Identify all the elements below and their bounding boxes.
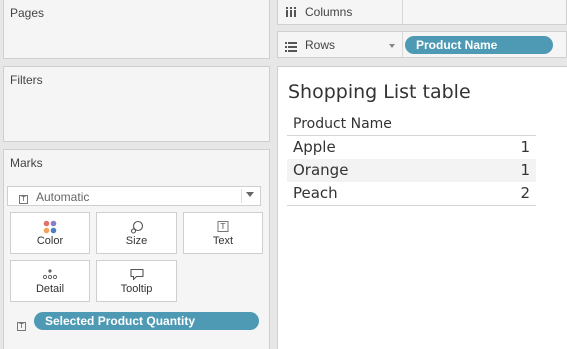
text-box-icon: T	[217, 220, 229, 232]
pages-card[interactable]: Pages	[3, 0, 270, 59]
shelf-divider	[402, 32, 403, 57]
field-pill-label: Selected Product Quantity	[45, 314, 196, 328]
detail-label: Detail	[35, 283, 65, 295]
row-name: Orange	[293, 161, 349, 179]
filters-card[interactable]: Filters	[3, 66, 270, 142]
row-quantity: 1	[520, 161, 530, 179]
table-row[interactable]: Peach 2	[287, 182, 536, 205]
text-card[interactable]: T Text	[183, 212, 263, 254]
row-name: Apple	[293, 138, 336, 156]
rows-pill-label: Product Name	[416, 38, 498, 52]
sheet-title: Shopping List table	[288, 81, 471, 103]
row-quantity: 2	[520, 184, 530, 202]
columns-label: Columns	[305, 5, 353, 19]
marks-title: Marks	[10, 156, 43, 170]
chevron-down-icon[interactable]	[389, 44, 395, 48]
view-canvas[interactable]: Shopping List table Product Name Apple 1…	[277, 66, 567, 349]
column-header[interactable]: Product Name	[287, 114, 536, 136]
detail-dots-icon	[42, 268, 58, 283]
row-name: Peach	[293, 184, 338, 202]
chevron-down-icon	[246, 192, 254, 197]
rows-pill-product-name[interactable]: Product Name	[405, 36, 553, 54]
row-quantity: 1	[520, 138, 530, 156]
text-encoding-icon: T	[17, 315, 26, 333]
size-label: Size	[125, 235, 148, 247]
table-bottom-rule	[287, 205, 536, 206]
tooltip-icon	[129, 268, 144, 284]
detail-card[interactable]: Detail	[10, 260, 90, 302]
mark-type-value: Automatic	[36, 190, 90, 204]
columns-shelf[interactable]: Columns	[277, 0, 567, 25]
color-label: Color	[36, 235, 64, 247]
filters-title: Filters	[10, 73, 43, 87]
text-mark-icon: T	[19, 190, 28, 204]
rows-label: Rows	[305, 38, 336, 52]
rows-icon	[285, 39, 297, 57]
size-card[interactable]: Size	[96, 212, 177, 254]
tooltip-card[interactable]: Tooltip	[96, 260, 177, 302]
data-table: Product Name Apple 1 Orange 1 Peach 2	[287, 114, 536, 206]
field-pill-selected-product-quantity[interactable]: Selected Product Quantity	[34, 312, 259, 330]
shelf-divider	[402, 0, 403, 24]
color-card[interactable]: Color	[10, 212, 90, 254]
table-row[interactable]: Orange 1	[287, 159, 536, 182]
table-row[interactable]: Apple 1	[287, 136, 536, 159]
columns-icon	[285, 5, 297, 23]
dropdown-divider	[241, 189, 242, 203]
tooltip-label: Tooltip	[120, 283, 153, 295]
rows-shelf[interactable]: Rows Product Name	[277, 31, 567, 58]
text-label: Text	[212, 235, 234, 247]
mark-type-dropdown[interactable]: T Automatic	[7, 186, 261, 206]
pages-title: Pages	[10, 6, 45, 20]
